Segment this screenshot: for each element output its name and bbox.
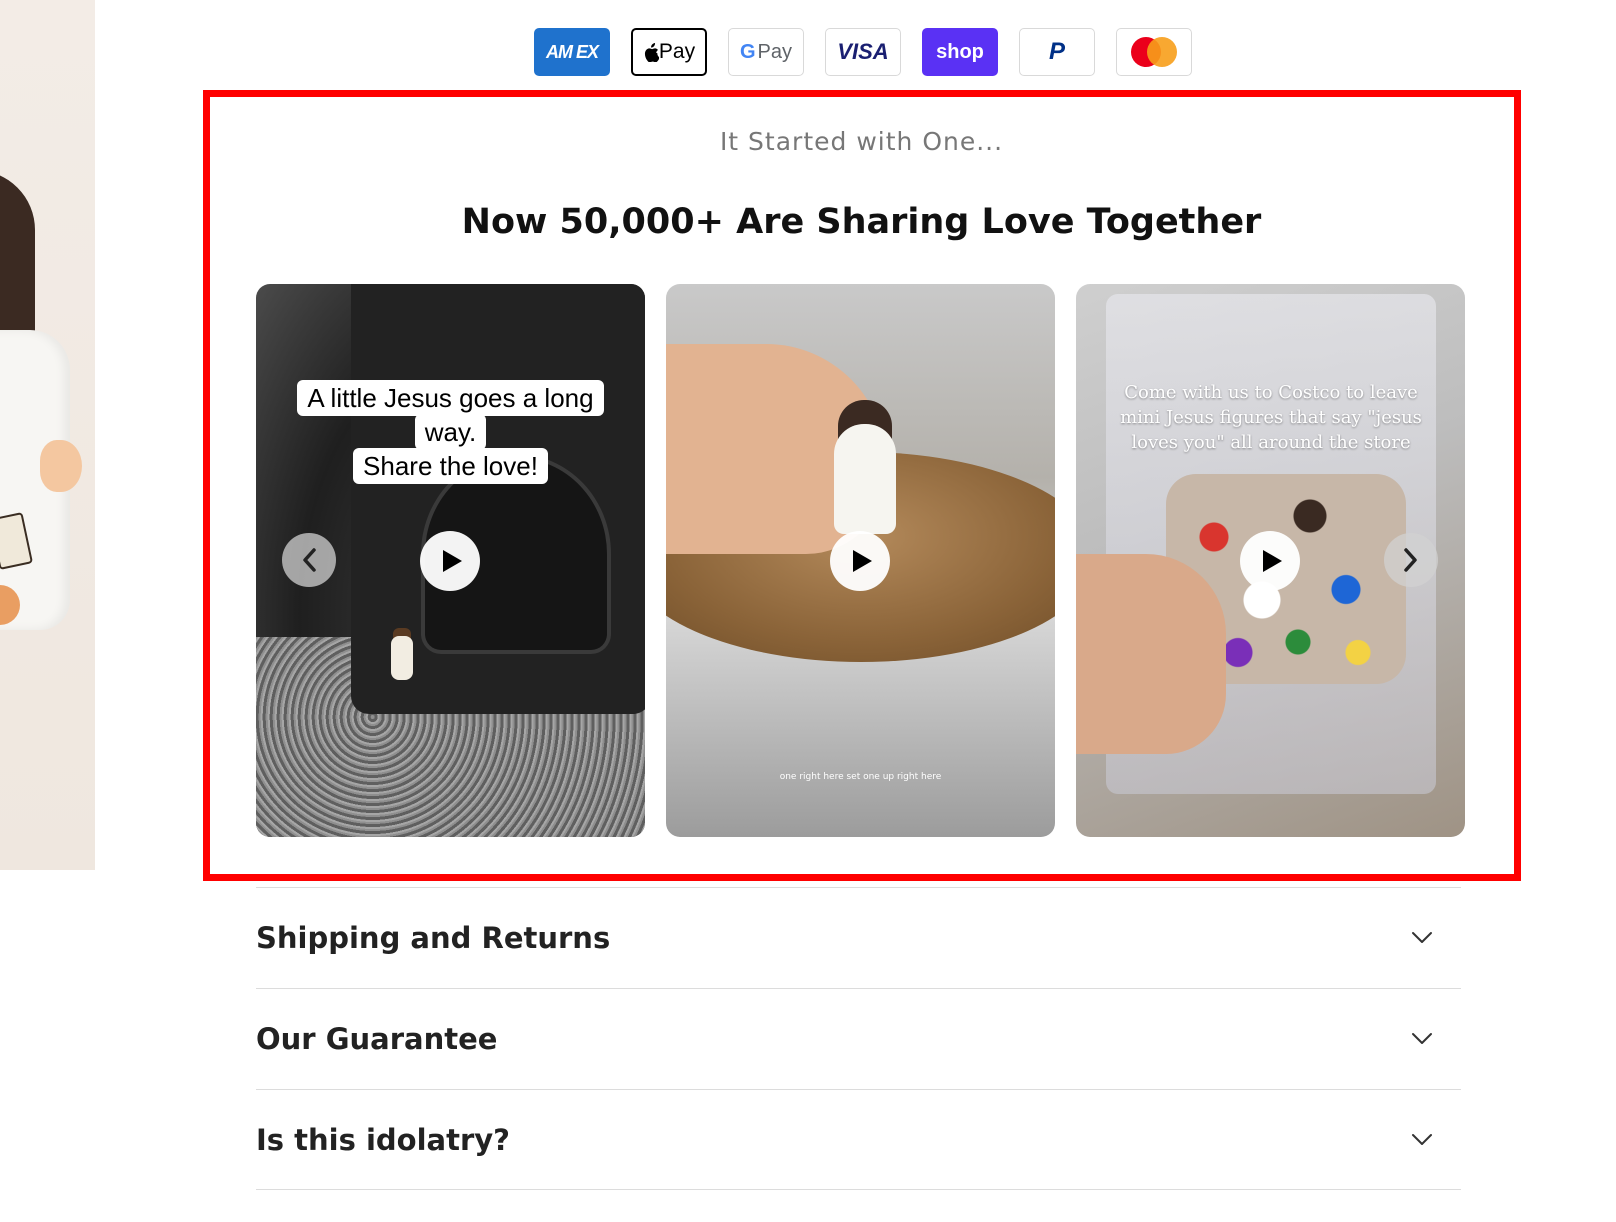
carousel-prev-button[interactable] [282,533,336,587]
play-icon [443,550,462,572]
video-card[interactable]: A little Jesus goes a long way. Share th… [256,284,645,837]
accordion: Shipping and Returns Our Guarantee Is th… [256,887,1461,1190]
mastercard-icon [1116,28,1192,76]
video-caption: one right here set one up right here [779,772,942,782]
video-overlay-text: A little Jesus goes a long way. Share th… [256,380,645,484]
video-card[interactable]: Come with us to Costco to leave mini Jes… [1076,284,1465,837]
chevron-down-icon [1412,932,1432,943]
chevron-left-icon [303,548,316,572]
accordion-label: Shipping and Returns [256,921,611,955]
accordion-item-guarantee[interactable]: Our Guarantee [256,988,1461,1089]
video-caption: Come with us to Costco to leave mini Jes… [1120,382,1422,453]
chevron-down-icon [1412,1033,1432,1044]
play-button[interactable] [1240,531,1300,591]
apple-logo-icon [644,42,659,62]
accordion-item-idolatry[interactable]: Is this idolatry? [256,1089,1461,1190]
section-eyebrow: It Started with One... [719,127,1004,156]
payment-icons: AM EX Pay G Pay VISA shop P [534,28,1192,76]
paypal-icon: P [1019,28,1095,76]
section-title: Now 50,000+ Are Sharing Love Together [461,202,1262,242]
jesus-figurine [834,424,896,534]
visa-icon: VISA [825,28,901,76]
video-card[interactable]: one right here set one up right here [666,284,1055,837]
play-button[interactable] [830,531,890,591]
accordion-label: Our Guarantee [256,1022,498,1056]
accordion-item-shipping[interactable]: Shipping and Returns [256,887,1461,988]
chevron-down-icon [1412,1133,1432,1145]
play-icon [853,550,872,572]
shop-pay-icon: shop [922,28,998,76]
accordion-label: Is this idolatry? [256,1122,510,1157]
carousel-next-button[interactable] [1384,533,1438,587]
jesus-figurine [391,636,413,680]
play-icon [1263,550,1282,572]
video-carousel: A little Jesus goes a long way. Share th… [256,284,1465,837]
figure-hand [40,440,82,492]
play-button[interactable] [420,531,480,591]
google-pay-icon: G Pay [728,28,804,76]
chevron-right-icon [1404,548,1417,572]
amex-icon: AM EX [534,28,610,76]
apple-pay-icon: Pay [631,28,707,76]
